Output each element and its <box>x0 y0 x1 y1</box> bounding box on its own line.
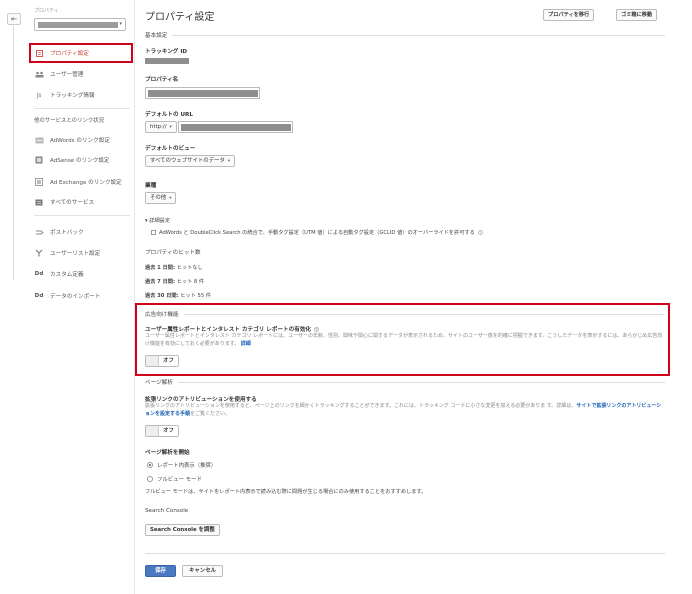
sidebar-item-label: ポストバック <box>50 230 84 236</box>
property-label: プロパティ <box>34 8 59 14</box>
sidebar: プロパティ ▾ プロパティ設定 ユーザー管理 js トラッキング情報 他のサービ… <box>29 0 133 594</box>
sidebar-item-label: AdSense のリンク設定 <box>50 158 110 164</box>
default-view-dropdown[interactable]: すべてのウェブサイトのデータ ▾ <box>145 155 236 167</box>
trash-button[interactable]: ゴミ箱に移動 <box>616 9 658 21</box>
tracking-code-icon: js <box>36 91 42 99</box>
tracking-id-value <box>145 58 189 64</box>
sidebar-item-all-products[interactable]: すべてのサービス <box>29 194 133 210</box>
radio-in-page[interactable]: レポート内表示（推奨） <box>147 461 216 469</box>
default-url-input[interactable] <box>178 121 293 133</box>
page-analytics-header: ページ解析 <box>145 378 665 386</box>
basic-settings-header: 基本設定 <box>145 31 665 39</box>
sidebar-item-label: カスタム定義 <box>50 272 84 278</box>
radio-full-view[interactable]: フルビュー モード <box>147 475 202 483</box>
default-view-label: デフォルトのビュー <box>145 146 196 152</box>
auto-tagging-text: AdWords と DoubleClick Search の統合で、手動タグ設定… <box>159 230 475 236</box>
move-property-button[interactable]: プロパティを移行 <box>543 9 595 21</box>
sidebar-item-label: トラッキング情報 <box>50 93 95 99</box>
sidebar-item-audience[interactable]: ユーザーリスト設定 <box>29 245 133 261</box>
sidebar-item-custom-definitions[interactable]: Dd カスタム定義 <box>29 266 133 282</box>
nav-divider <box>13 26 14 280</box>
sidebar-item-adwords[interactable]: AdWords のリンク設定 <box>29 132 133 148</box>
enhanced-link-description: 拡張リンクのアトリビューションを使用すると、ページ上のリンクを細かくトラッキング… <box>145 403 662 417</box>
sidebar-highlight-annotation <box>29 43 133 63</box>
sidebar-divider <box>34 108 130 109</box>
sidebar-item-data-import[interactable]: Dd データのインポート <box>29 288 133 304</box>
ad-exchange-icon <box>34 178 44 186</box>
sidebar-item-postback[interactable]: ポストバック <box>29 224 133 240</box>
all-products-icon <box>34 198 44 206</box>
enhanced-link-toggle[interactable]: オフ <box>145 425 179 437</box>
advertising-highlight-annotation <box>135 303 670 376</box>
protocol-dropdown[interactable]: http://▾ <box>145 121 177 133</box>
sidebar-item-ad-exchange[interactable]: Ad Exchange のリンク設定 <box>29 174 133 190</box>
auto-tagging-option[interactable]: AdWords と DoubleClick Search の統合で、手動タグ設定… <box>151 229 483 236</box>
industry-label: 業種 <box>145 183 157 189</box>
cancel-button[interactable]: キャンセル <box>182 565 223 577</box>
enhanced-link-title: 拡張リンクのアトリビューションを使用する <box>145 397 257 403</box>
sidebar-item-label: ユーザーリスト設定 <box>50 251 101 257</box>
help-icon[interactable]: ? <box>477 230 483 235</box>
page-analytics-start-label: ページ解析を開始 <box>145 450 190 456</box>
sidebar-item-user-management[interactable]: ユーザー管理 <box>29 66 133 82</box>
sidebar-item-tracking-info[interactable]: js トラッキング情報 <box>29 87 133 103</box>
hits-title: プロパティのヒット数 <box>145 250 201 256</box>
hits-row: 過去 7 日間: ヒット 8 件 <box>145 279 205 285</box>
save-button[interactable]: 保存 <box>145 565 176 577</box>
chevron-down-icon: ▾ <box>119 21 122 27</box>
hits-row: 過去 30 日間: ヒット 55 件 <box>145 293 211 299</box>
sidebar-item-label: Ad Exchange のリンク設定 <box>50 180 122 186</box>
product-linking-header: 他のサービスとのリンク状況 <box>34 118 105 124</box>
sidebar-item-label: データのインポート <box>50 294 101 300</box>
sidebar-item-label: ユーザー管理 <box>50 72 84 78</box>
search-console-button[interactable]: Search Console を調整 <box>145 524 220 536</box>
sidebar-divider <box>34 215 130 216</box>
property-selector[interactable]: ▾ <box>34 18 126 31</box>
redacted-property <box>38 22 118 28</box>
adsense-icon <box>34 156 44 164</box>
auto-tagging-checkbox[interactable] <box>151 230 156 235</box>
users-icon <box>34 70 44 78</box>
data-import-icon: Dd <box>34 293 44 299</box>
footer-divider <box>145 553 665 554</box>
search-console-label: Search Console <box>145 508 189 514</box>
arrow-left-icon: ⇤ <box>11 15 17 23</box>
property-name-label: プロパティ名 <box>145 77 179 83</box>
advanced-settings-toggle[interactable]: ▾ 詳細設定 <box>145 217 170 224</box>
sidebar-item-label: AdWords のリンク設定 <box>50 138 110 144</box>
hits-row: 過去 1 日間: ヒットなし <box>145 265 203 271</box>
sidebar-item-label: すべてのサービス <box>50 200 95 206</box>
main-panel: プロパティ設定 プロパティを移行 ゴミ箱に移動 基本設定 トラッキング ID プ… <box>134 0 686 594</box>
industry-dropdown[interactable]: その他 ▾ <box>145 192 177 204</box>
full-view-note: フルビュー モードは、サイトをレポート内表示で読み込む際に問題が生じる場合にのみ… <box>145 489 427 495</box>
custom-definitions-icon: Dd <box>34 271 44 277</box>
adwords-icon <box>34 136 44 144</box>
back-button[interactable]: ⇤ <box>7 13 21 25</box>
tracking-id-label: トラッキング ID <box>145 49 188 55</box>
default-url-label: デフォルトの URL <box>145 112 193 118</box>
postback-icon <box>34 228 44 236</box>
audience-icon <box>34 249 44 257</box>
property-name-input[interactable] <box>145 87 260 99</box>
sidebar-item-adsense[interactable]: AdSense のリンク設定 <box>29 152 133 168</box>
page-title: プロパティ設定 <box>145 12 215 23</box>
